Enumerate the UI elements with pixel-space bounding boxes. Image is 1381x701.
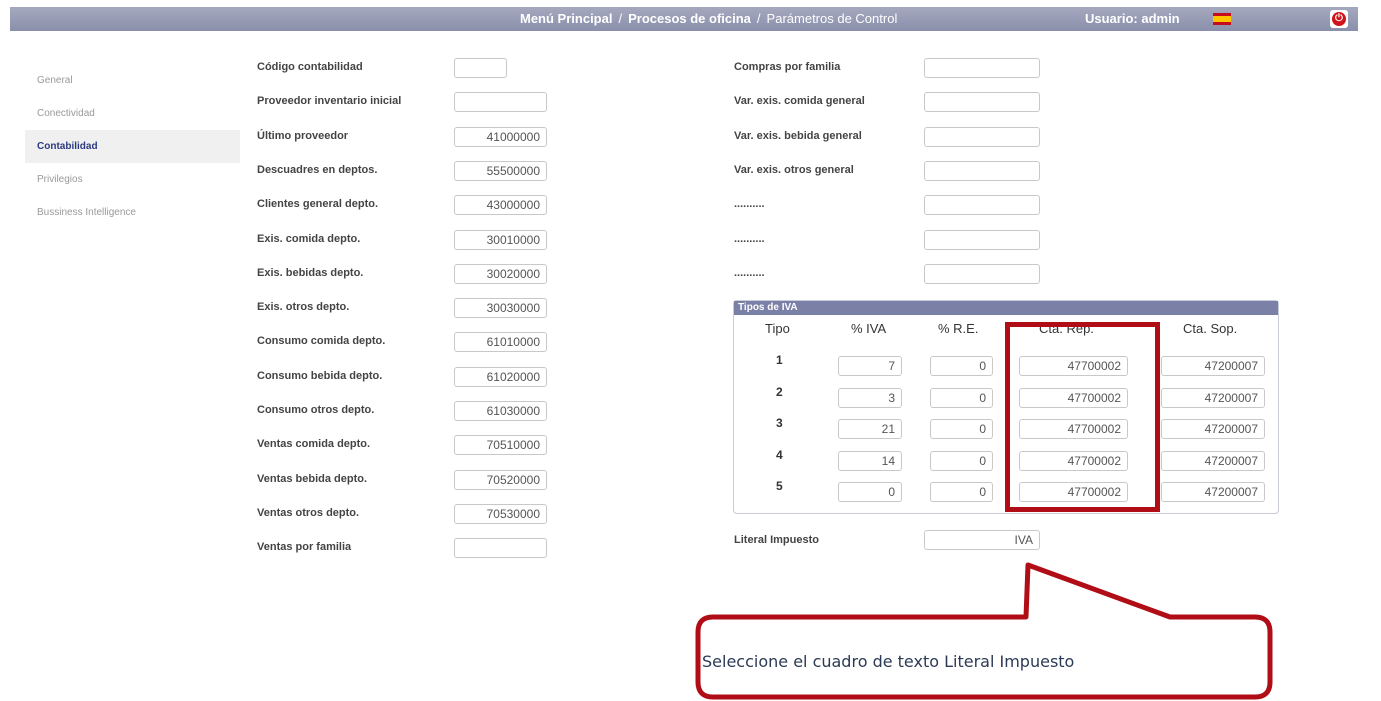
callout-bubble [695,562,1273,700]
callout-text: Seleccione el cuadro de texto Literal Im… [702,652,1075,671]
